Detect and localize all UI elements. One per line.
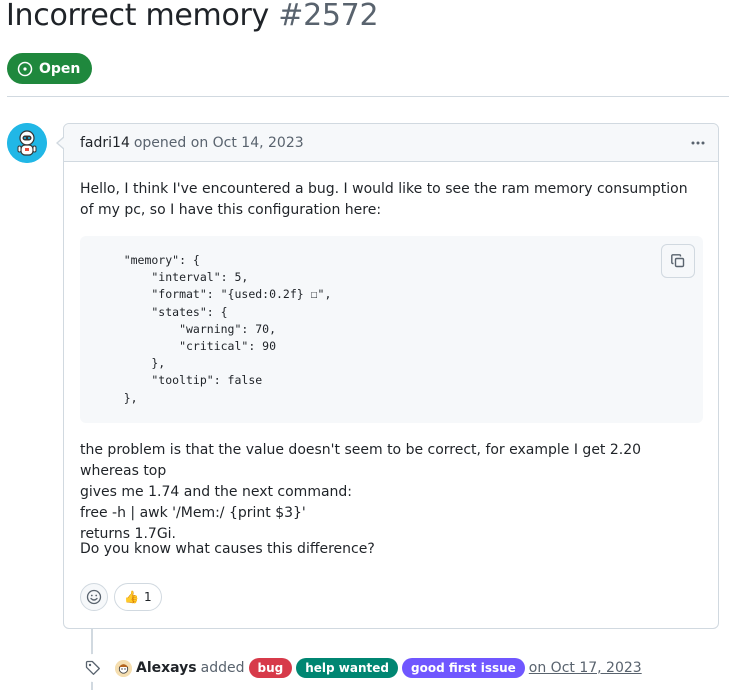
actor-avatar[interactable] [115,659,132,677]
kebab-horizontal-icon [691,141,705,145]
tag-icon [85,660,100,675]
reaction-thumbs-up-button[interactable]: 👍 1 [114,583,162,611]
thumbs-up-icon: 👍 [124,590,139,604]
actor-avatar-icon [115,659,132,677]
code-block: "memory": { "interval": 5, "format": "{u… [80,236,703,423]
reaction-count: 1 [143,590,152,604]
issue-state-label: Open [39,60,81,77]
event-action: added [200,660,245,676]
label-good-first-issue[interactable]: good first issue [402,658,525,678]
comment-line: free -h | awk '/Mem:/ {print $3}' [80,505,306,521]
comment-line: Do you know what causes this difference? [80,541,375,557]
code-content: "memory": { "interval": 5, "format": "{u… [123,253,332,405]
label-help-wanted[interactable]: help wanted [296,658,398,678]
comment-paragraph-problem: the problem is that the value doesn't se… [80,440,703,545]
comment-line: gives me 1.74 and the next command: [80,484,353,500]
issue-comment: fadri14 opened on Oct 14, 2023 Hello, I … [56,123,719,629]
event-date-link[interactable]: on Oct 17, 2023 [529,660,642,676]
label-event: Alexays added bug help wanted good first… [115,658,642,678]
comment-paragraph-question: Do you know what causes this difference? [80,539,703,560]
copy-icon [671,254,685,268]
smiley-icon [86,589,102,605]
author-avatar[interactable] [7,123,47,163]
add-reaction-button[interactable] [80,583,108,611]
comment-body-intro: Hello, I think I've encountered a bug. I… [80,179,703,221]
label-bug[interactable]: bug [248,658,293,678]
actor-link[interactable]: Alexays [136,660,197,676]
issue-title-text: Incorrect memory [6,0,269,33]
comment-options-button[interactable] [688,133,708,153]
reactions-bar: 👍 1 [80,583,162,611]
comment-paragraph: Hello, I think I've encountered a bug. I… [80,181,688,218]
issue-number: #2572 [278,0,379,33]
comment-opened-meta: opened on Oct 14, 2023 [133,134,304,151]
comment-author-link[interactable]: fadri14 [80,135,130,151]
issue-title: Incorrect memory #2572 [6,0,379,33]
header-divider [7,96,729,97]
label-event-badge [79,654,107,682]
issue-opened-icon [17,61,33,76]
issue-state-badge: Open [7,53,93,84]
comment-header: fadri14 opened on Oct 14, 2023 [64,124,718,162]
comment-line: the problem is that the value doesn't se… [80,442,642,479]
copy-code-button[interactable] [661,244,695,278]
robot-avatar-icon [7,123,47,163]
